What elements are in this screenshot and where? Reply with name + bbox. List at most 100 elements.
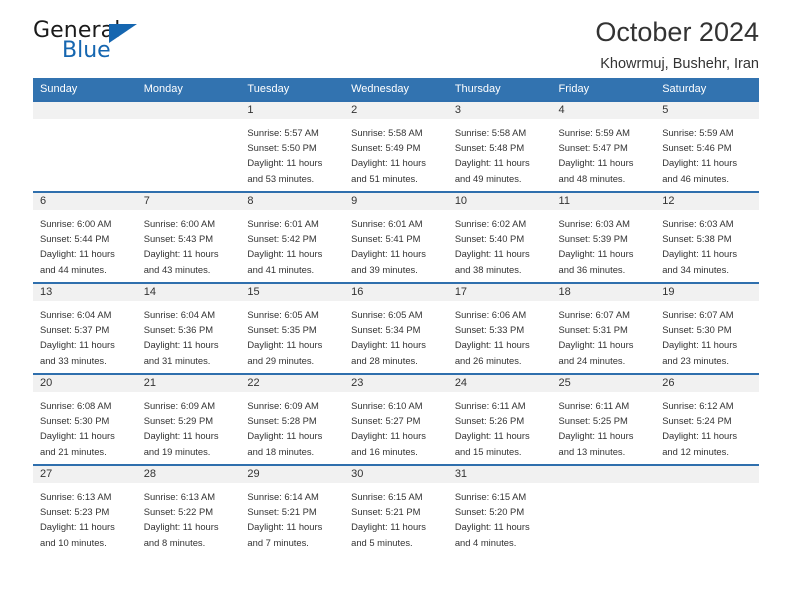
sunrise-time: Sunrise: 6:15 AM <box>454 491 527 502</box>
calendar-day-cell-9[interactable]: 9 Sunrise: 6:01 AM Sunset: 5:41 PM Daylight… <box>344 191 448 283</box>
calendar-day-cell-7[interactable]: 7 Sunrise: 6:00 AM Sunset: 5:43 PM Daylight… <box>136 191 241 283</box>
weekday-headers: Sunday Monday Tuesday Wednesday Thursday Frid… <box>33 78 759 101</box>
daylight-duration-line1: Daylight: 11 hours <box>351 339 426 351</box>
calendar-day-cell-6[interactable]: 6 Sunrise: 6:00 AM Sunset: 5:44 PM Daylight… <box>33 191 137 283</box>
sunset-time: Sunset: 5:49 PM <box>351 142 421 154</box>
daylight-duration-line2: and 43 minutes. <box>143 263 211 275</box>
calendar-day-cell-20[interactable]: 20 Sunrise: 6:08 AM Sunset: 5:30 PM Dayligh… <box>33 373 137 465</box>
calendar-day-cell-3[interactable]: 3 Sunrise: 5:58 AM Sunset: 5:48 PM Daylight… <box>447 100 552 192</box>
day-details: Sunrise: 6:00 AM Sunset: 5:44 PM Daylight:… <box>33 210 137 277</box>
daylight-duration-line1: Daylight: 11 hours <box>454 339 530 351</box>
day-number <box>136 102 241 119</box>
sunset-time: Sunset: 5:35 PM <box>247 324 317 336</box>
day-number: 11 <box>551 193 656 210</box>
day-number: 1 <box>240 102 345 119</box>
daylight-duration-line2: and 41 minutes. <box>247 263 315 275</box>
calendar-day-cell-23[interactable]: 23 Sunrise: 6:10 AM Sunset: 5:27 PM Dayligh… <box>344 373 448 465</box>
calendar-day-cell-4[interactable]: 4 Sunrise: 5:59 AM Sunset: 5:47 PM Daylight… <box>551 100 656 192</box>
sunrise-time: Sunrise: 6:05 AM <box>247 309 319 320</box>
sunset-time: Sunset: 5:30 PM <box>40 415 110 427</box>
calendar-day-cell-31[interactable]: 31 Sunrise: 6:15 AM Sunset: 5:20 PM Dayligh… <box>447 464 552 556</box>
day-number: 20 <box>33 375 137 392</box>
daylight-duration-line1: Daylight: 11 hours <box>247 430 323 442</box>
day-details: Sunrise: 6:06 AM Sunset: 5:33 PM Daylight:… <box>448 301 552 368</box>
calendar-day-cell-14[interactable]: 14 Sunrise: 6:04 AM Sunset: 5:36 PM Dayligh… <box>136 282 241 374</box>
daylight-duration-line2: and 44 minutes. <box>40 263 107 275</box>
day-number: 22 <box>240 375 345 392</box>
calendar-day-cell-2[interactable]: 2 Sunrise: 5:58 AM Sunset: 5:49 PM Daylight… <box>344 100 448 192</box>
daylight-duration-line2: and 31 minutes. <box>143 354 211 366</box>
daylight-duration-line1: Daylight: 11 hours <box>351 430 426 442</box>
day-details: Sunrise: 6:05 AM Sunset: 5:34 PM Daylight:… <box>344 301 448 368</box>
calendar-day-cell-16[interactable]: 16 Sunrise: 6:05 AM Sunset: 5:34 PM Dayligh… <box>344 282 448 374</box>
sunset-time: Sunset: 5:37 PM <box>40 324 110 336</box>
sunrise-time: Sunrise: 6:08 AM <box>40 400 112 411</box>
day-details: Sunrise: 6:15 AM Sunset: 5:20 PM Daylight:… <box>448 483 552 550</box>
calendar-day-cell-30[interactable]: 30 Sunrise: 6:15 AM Sunset: 5:21 PM Dayligh… <box>344 464 448 556</box>
sunset-time: Sunset: 5:38 PM <box>662 233 732 245</box>
sunrise-time: Sunrise: 6:13 AM <box>40 491 112 502</box>
daylight-duration-line2: and 53 minutes. <box>247 172 315 184</box>
day-details: Sunrise: 6:10 AM Sunset: 5:27 PM Daylight:… <box>344 392 448 459</box>
calendar-day-cell-12[interactable]: 12 Sunrise: 6:03 AM Sunset: 5:38 PM Dayligh… <box>655 191 759 283</box>
daylight-duration-line2: and 33 minutes. <box>40 354 107 366</box>
day-number: 12 <box>655 193 759 210</box>
daylight-duration-line1: Daylight: 11 hours <box>40 430 115 442</box>
brand-name-blue: Blue <box>62 38 111 63</box>
brand-logo[interactable]: General Blue <box>33 18 153 66</box>
sunset-time: Sunset: 5:34 PM <box>351 324 421 336</box>
calendar-day-cell-24[interactable]: 24 Sunrise: 6:11 AM Sunset: 5:26 PM Dayligh… <box>447 373 552 465</box>
calendar-day-cell-29[interactable]: 29 Sunrise: 6:14 AM Sunset: 5:21 PM Dayligh… <box>240 464 345 556</box>
sunrise-time: Sunrise: 6:07 AM <box>558 309 630 320</box>
calendar-day-cell-28[interactable]: 28 Sunrise: 6:13 AM Sunset: 5:22 PM Dayligh… <box>136 464 241 556</box>
calendar-day-cell-1[interactable]: 1 Sunrise: 5:57 AM Sunset: 5:50 PM Daylight… <box>240 100 345 192</box>
sunrise-time: Sunrise: 6:03 AM <box>558 218 630 229</box>
sunset-time: Sunset: 5:42 PM <box>247 233 317 245</box>
calendar-day-cell-10[interactable]: 10 Sunrise: 6:02 AM Sunset: 5:40 PM Dayligh… <box>447 191 552 283</box>
calendar-day-cell-13[interactable]: 13 Sunrise: 6:04 AM Sunset: 5:37 PM Dayligh… <box>33 282 137 374</box>
sunset-time: Sunset: 5:39 PM <box>558 233 628 245</box>
sunset-time: Sunset: 5:28 PM <box>247 415 317 427</box>
day-details: Sunrise: 6:11 AM Sunset: 5:25 PM Daylight:… <box>552 392 656 459</box>
sunrise-time: Sunrise: 6:11 AM <box>454 400 526 411</box>
daylight-duration-line1: Daylight: 11 hours <box>143 339 219 351</box>
weekday-header-sunday: Sunday <box>33 78 137 101</box>
calendar-day-cell-17[interactable]: 17 Sunrise: 6:06 AM Sunset: 5:33 PM Dayligh… <box>447 282 552 374</box>
calendar-day-cell-27[interactable]: 27 Sunrise: 6:13 AM Sunset: 5:23 PM Dayligh… <box>33 464 137 556</box>
calendar-day-cell-25[interactable]: 25 Sunrise: 6:11 AM Sunset: 5:25 PM Dayligh… <box>551 373 656 465</box>
calendar-day-cell-11[interactable]: 11 Sunrise: 6:03 AM Sunset: 5:39 PM Dayligh… <box>551 191 656 283</box>
day-details: Sunrise: 6:14 AM Sunset: 5:21 PM Daylight:… <box>240 483 344 550</box>
day-number: 28 <box>136 466 241 483</box>
sunset-time: Sunset: 5:40 PM <box>454 233 525 245</box>
daylight-duration-line2: and 10 minutes. <box>40 536 107 548</box>
sunrise-time: Sunrise: 6:00 AM <box>40 218 112 229</box>
calendar-day-cell-18[interactable]: 18 Sunrise: 6:07 AM Sunset: 5:31 PM Dayligh… <box>551 282 656 374</box>
day-number: 17 <box>447 284 552 301</box>
calendar-day-cell-26[interactable]: 26 Sunrise: 6:12 AM Sunset: 5:24 PM Dayligh… <box>655 373 759 465</box>
calendar-day-cell-19[interactable]: 19 Sunrise: 6:07 AM Sunset: 5:30 PM Dayligh… <box>655 282 759 374</box>
calendar-week-row: 13 Sunrise: 6:04 AM Sunset: 5:37 PM Dayligh… <box>33 282 759 374</box>
calendar-day-cell-21[interactable]: 21 Sunrise: 6:09 AM Sunset: 5:29 PM Dayligh… <box>136 373 241 465</box>
daylight-duration-line1: Daylight: 11 hours <box>662 430 738 442</box>
sunset-time: Sunset: 5:44 PM <box>40 233 110 245</box>
sunset-time: Sunset: 5:31 PM <box>558 324 628 336</box>
calendar-day-cell-15[interactable]: 15 Sunrise: 6:05 AM Sunset: 5:35 PM Dayligh… <box>240 282 345 374</box>
calendar-week-row: 27 Sunrise: 6:13 AM Sunset: 5:23 PM Dayligh… <box>33 464 759 556</box>
calendar-page: General Blue October 2024 Khowrmuj, Bush… <box>0 0 792 612</box>
day-number: 29 <box>240 466 345 483</box>
calendar-header-row: Sunday Monday Tuesday Wednesday Thursday Frid… <box>33 78 759 101</box>
calendar-day-cell-22[interactable]: 22 Sunrise: 6:09 AM Sunset: 5:28 PM Dayligh… <box>240 373 345 465</box>
calendar-day-cell-8[interactable]: 8 Sunrise: 6:01 AM Sunset: 5:42 PM Daylight… <box>240 191 345 283</box>
calendar-day-cell-5[interactable]: 5 Sunrise: 5:59 AM Sunset: 5:46 PM Daylight… <box>655 100 759 192</box>
sunset-time: Sunset: 5:30 PM <box>662 324 732 336</box>
day-details: Sunrise: 6:12 AM Sunset: 5:24 PM Daylight:… <box>655 392 759 459</box>
sunset-time: Sunset: 5:21 PM <box>247 506 317 518</box>
sunset-time: Sunset: 5:29 PM <box>143 415 214 427</box>
day-details: Sunrise: 6:04 AM Sunset: 5:37 PM Daylight:… <box>33 301 137 368</box>
daylight-duration-line2: and 5 minutes. <box>351 536 413 548</box>
calendar-week-row: 1 Sunrise: 5:57 AM Sunset: 5:50 PM Daylight… <box>33 100 759 192</box>
day-number: 7 <box>136 193 241 210</box>
day-number: 31 <box>447 466 552 483</box>
day-number: 24 <box>447 375 552 392</box>
daylight-duration-line2: and 8 minutes. <box>143 536 206 548</box>
